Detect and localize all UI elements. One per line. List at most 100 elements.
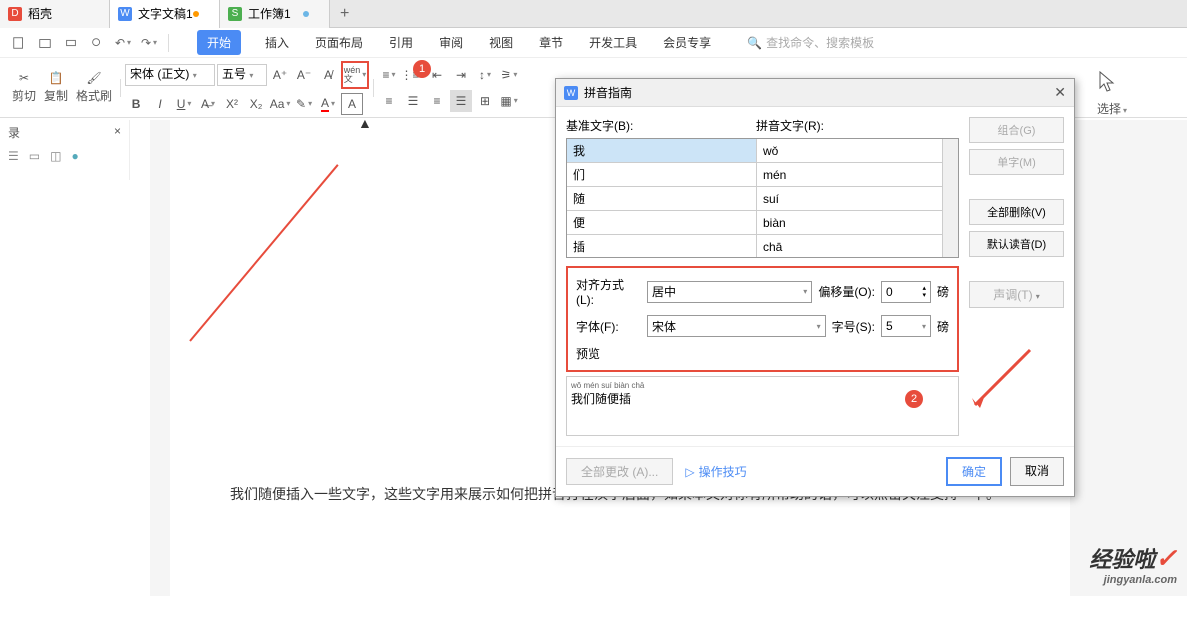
indent-right-icon[interactable]: ⇥: [450, 64, 472, 86]
modified-dot-icon: [193, 11, 199, 17]
menu-layout[interactable]: 页面布局: [313, 30, 365, 55]
side-panel: 录 × ☰ ▭ ◫ ●: [0, 120, 130, 180]
align-center-icon[interactable]: ☰: [402, 90, 424, 112]
ruby-cell[interactable]: suí: [757, 187, 958, 210]
menu-member[interactable]: 会员专享: [661, 30, 713, 55]
base-char-cell[interactable]: 插: [567, 235, 757, 258]
decrease-font-icon[interactable]: A⁻: [293, 64, 315, 86]
fontsize-input[interactable]: 5▾: [881, 315, 931, 337]
tab-bar: D 稻壳 W 文字文稿1 S 工作簿1 +: [0, 0, 1187, 28]
dialog-titlebar[interactable]: W 拼音指南 ✕: [556, 79, 1074, 107]
brush-icon[interactable]: 🖌: [86, 71, 101, 85]
play-icon: ▷: [685, 465, 694, 479]
tab-doc[interactable]: W 文字文稿1: [110, 0, 220, 28]
size-select[interactable]: 五号 ▾: [217, 64, 267, 86]
preview-label: 预览: [576, 345, 949, 362]
new-icon[interactable]: [8, 32, 30, 54]
combine-button[interactable]: 组合(G): [969, 117, 1064, 143]
bullet-list-icon[interactable]: ≡▾: [378, 64, 400, 86]
font-select[interactable]: 宋体 (正文) ▾: [125, 64, 215, 86]
default-reading-button[interactable]: 默认读音(D): [969, 231, 1064, 257]
font-color-icon[interactable]: A▾: [317, 93, 339, 115]
close-icon[interactable]: ✕: [1054, 84, 1066, 101]
font-label: 字体(F):: [576, 318, 641, 335]
highlight-color-icon[interactable]: ✎▾: [293, 93, 315, 115]
nav-icon[interactable]: ◫: [50, 149, 61, 163]
ruby-cell[interactable]: chā: [757, 235, 958, 258]
cut-group: ✂ 剪切: [8, 71, 40, 104]
watermark: 经验啦✓ jingyanla.com: [1089, 542, 1177, 586]
distribute-icon[interactable]: ⊞: [474, 90, 496, 112]
select-label[interactable]: 选择▾: [1097, 100, 1127, 117]
change-all-button[interactable]: 全部更改 (A)...: [566, 458, 673, 485]
menu-review[interactable]: 审阅: [437, 30, 465, 55]
scrollbar[interactable]: [942, 139, 958, 257]
single-button[interactable]: 单字(M): [969, 149, 1064, 175]
bold-button[interactable]: B: [125, 93, 147, 115]
menu-start[interactable]: 开始: [197, 30, 241, 55]
phonetic-guide-button[interactable]: wén文▾: [344, 64, 366, 86]
nav-icon[interactable]: ▭: [29, 149, 40, 163]
cut-icon[interactable]: ✂: [19, 71, 29, 85]
strike-button[interactable]: A̶▾: [197, 93, 219, 115]
paste-icon[interactable]: 📋: [49, 71, 64, 85]
menu-dev[interactable]: 开发工具: [587, 30, 639, 55]
change-case-icon[interactable]: Aa▾: [269, 93, 291, 115]
superscript-button[interactable]: X²: [221, 93, 243, 115]
clear-all-button[interactable]: 全部删除(V): [969, 199, 1064, 225]
close-icon[interactable]: ×: [114, 124, 121, 141]
ruby-cell[interactable]: biàn: [757, 211, 958, 234]
base-char-cell[interactable]: 们: [567, 163, 757, 186]
align-justify-icon[interactable]: ☰: [450, 90, 472, 112]
ok-button[interactable]: 确定: [946, 457, 1002, 486]
cut-label: 剪切: [12, 87, 36, 104]
annotation-badge-1: 1: [413, 60, 431, 78]
preview-icon[interactable]: [86, 32, 108, 54]
base-char-cell[interactable]: 便: [567, 211, 757, 234]
add-tab-button[interactable]: +: [330, 5, 359, 23]
tab-label: 文字文稿1: [138, 5, 193, 22]
base-char-cell[interactable]: 随: [567, 187, 757, 210]
shading-icon[interactable]: ▦▾: [498, 90, 520, 112]
increase-font-icon[interactable]: A⁺: [269, 64, 291, 86]
ruby-cell[interactable]: mén: [757, 163, 958, 186]
line-spacing-icon[interactable]: ↕▾: [474, 64, 496, 86]
ruby-cell[interactable]: wǒ: [757, 139, 958, 162]
tone-button[interactable]: 声调(T) ▾: [969, 281, 1064, 308]
nav-icon[interactable]: ●: [71, 149, 78, 163]
align-right-icon[interactable]: ≡: [426, 90, 448, 112]
underline-button[interactable]: U▾: [173, 93, 195, 115]
nav-icon[interactable]: ☰: [8, 149, 19, 163]
align-left-icon[interactable]: ≡: [378, 90, 400, 112]
tips-link[interactable]: ▷操作技巧: [685, 463, 746, 480]
base-char-cell[interactable]: 我: [567, 139, 757, 162]
open-icon[interactable]: [34, 32, 56, 54]
copy-label: 复制: [44, 87, 68, 104]
tab-label: 工作簿1: [248, 5, 291, 22]
offset-label: 偏移量(O):: [818, 283, 875, 300]
italic-button[interactable]: I: [149, 93, 171, 115]
menu-insert[interactable]: 插入: [263, 30, 291, 55]
char-border-icon[interactable]: A: [341, 93, 363, 115]
sort-icon[interactable]: ⚞▾: [498, 64, 520, 86]
tab-sheet[interactable]: S 工作簿1: [220, 0, 330, 28]
cancel-button[interactable]: 取消: [1010, 457, 1064, 486]
undo-icon[interactable]: ↶▾: [112, 32, 134, 54]
tab-home[interactable]: D 稻壳: [0, 0, 110, 28]
check-icon: ✓: [1155, 543, 1177, 573]
fontsize-label: 字号(S):: [832, 318, 875, 335]
font-select[interactable]: 宋体▾: [647, 315, 826, 337]
redo-icon[interactable]: ↷▾: [138, 32, 160, 54]
word-icon: W: [564, 86, 578, 100]
menu-ref[interactable]: 引用: [387, 30, 415, 55]
align-select[interactable]: 居中▾: [647, 281, 812, 303]
annotation-badge-2: 2: [905, 390, 923, 408]
print-icon[interactable]: [60, 32, 82, 54]
clear-format-icon[interactable]: A̸: [317, 64, 339, 86]
menu-view[interactable]: 视图: [487, 30, 515, 55]
offset-input[interactable]: 0▴▾: [881, 281, 931, 303]
search-input[interactable]: 🔍 查找命令、搜索模板: [747, 34, 874, 51]
modified-dot-icon: [303, 11, 309, 17]
subscript-button[interactable]: X₂: [245, 93, 267, 115]
menu-chapter[interactable]: 章节: [537, 30, 565, 55]
